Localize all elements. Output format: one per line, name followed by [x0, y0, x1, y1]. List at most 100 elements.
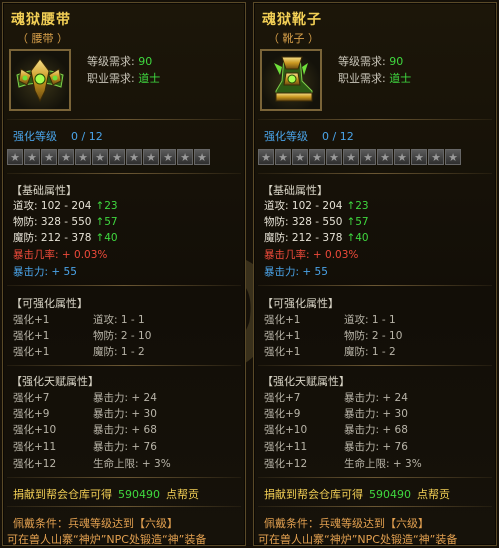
enhance-row-level: 强化+1: [13, 330, 50, 342]
enhanceable-attributes-heading: 【可强化属性】: [11, 297, 88, 310]
enhance-row: 强化+1: [264, 328, 300, 343]
star-icon: ★: [7, 149, 23, 165]
guild-contribution-value: 590490: [369, 488, 411, 501]
attr-phys-defense: 物防: 328 - 550 ↑57: [264, 214, 369, 229]
attr-value: 328 - 550: [40, 216, 92, 228]
star-icon: ★: [24, 149, 40, 165]
attr-phys-defense: 物防: 328 - 550 ↑57: [13, 214, 118, 229]
attr-tao-attack: 道攻: 102 - 204 ↑23: [13, 198, 118, 213]
star-icon: ★: [428, 149, 444, 165]
guild-contribution: 捐献到帮会仓库可得 590490 点帮贡: [264, 486, 450, 502]
base-attributes-heading: 【基础属性】: [11, 184, 77, 197]
enhance-stars: ★ ★ ★ ★ ★ ★ ★ ★ ★ ★ ★ ★: [7, 149, 210, 165]
up-arrow-icon: ↑: [346, 216, 356, 228]
star-icon: ★: [326, 149, 342, 165]
divider: [7, 506, 241, 507]
talent-row-attr: 暴击力: + 76: [93, 441, 157, 453]
enhance-row-attr: 道攻: 1 - 1: [93, 314, 145, 326]
talent-row-attr: 暴击力: + 30: [93, 408, 157, 420]
talent-row: 强化+9: [13, 406, 49, 421]
attr-label: 物防:: [264, 216, 292, 228]
enhance-level-label: 强化等级: [13, 130, 57, 143]
divider: [7, 285, 241, 286]
star-icon: ★: [126, 149, 142, 165]
star-icon: ★: [309, 149, 325, 165]
enhanceable-attributes-heading: 【可强化属性】: [262, 297, 339, 310]
attr-label: 道攻:: [13, 200, 41, 212]
belt-item-icon: [9, 49, 71, 111]
talent-row-level: 强化+10: [13, 424, 57, 436]
level-requirement: 等级需求: 90: [338, 53, 403, 69]
attr-bonus: 23: [104, 200, 118, 212]
attr-value: 102 - 204: [291, 200, 343, 212]
talent-row-level: 强化+9: [13, 408, 50, 420]
talent-row-attr: 生命上限: + 3%: [93, 458, 171, 470]
item-type: （ 腰带 ）: [17, 32, 68, 45]
enhance-level: 强化等级 0 / 12: [264, 128, 354, 144]
divider: [258, 477, 492, 478]
divider: [258, 365, 492, 366]
enhance-row-attr: 物防: 2 - 10: [344, 330, 403, 342]
star-icon: ★: [394, 149, 410, 165]
item-tooltip-boots: 魂狱靴子 （ 靴子 ） 等级需求: 90 职业需求: 道士 强化等级 0 / 12…: [253, 2, 497, 546]
talent-row-level: 强化+11: [13, 441, 57, 453]
enhance-level-count: 0 / 12: [322, 130, 354, 143]
enhance-row: 强化+1: [13, 344, 49, 359]
enhance-row: 强化+1: [13, 328, 49, 343]
talent-row-attr: 暴击力: + 24: [344, 392, 408, 404]
divider: [258, 173, 492, 174]
forge-info: 可在兽人山寨“神炉”NPC处锻造“神”装备: [7, 533, 207, 546]
talent-row: 强化+7: [13, 390, 49, 405]
attr-magic-defense: 魔防: 212 - 378 ↑40: [264, 230, 369, 245]
level-requirement-value: 90: [138, 55, 153, 68]
up-arrow-icon: ↑: [95, 232, 105, 244]
enhance-level-count: 0 / 12: [71, 130, 103, 143]
star-icon: ★: [58, 149, 74, 165]
guild-contribution-text: 捐献到帮会仓库可得: [13, 488, 112, 501]
talent-row: 强化+12: [264, 456, 307, 471]
attr-bonus: 57: [104, 216, 118, 228]
talent-row-attr: 暴击力: + 68: [93, 424, 157, 436]
attr-bonus: 57: [355, 216, 369, 228]
attr-label: 魔防:: [264, 232, 292, 244]
forge-info: 可在兽人山寨“神炉”NPC处锻造“神”装备: [258, 533, 458, 546]
job-requirement-value: 道士: [138, 72, 161, 85]
up-arrow-icon: ↑: [95, 200, 105, 212]
talent-row-level: 强化+7: [264, 392, 301, 404]
star-icon: ★: [377, 149, 393, 165]
enhance-row: 强化+1: [13, 312, 49, 327]
level-requirement-label: 等级需求:: [338, 55, 390, 68]
enhance-row-level: 强化+1: [264, 314, 301, 326]
enhance-row-level: 强化+1: [264, 330, 301, 342]
level-requirement-label: 等级需求:: [87, 55, 139, 68]
attr-label: 物防:: [13, 216, 41, 228]
attr-value: 328 - 550: [291, 216, 343, 228]
talent-row: 强化+10: [264, 422, 307, 437]
guild-contribution-unit: 点帮贡: [166, 488, 199, 501]
job-requirement-value: 道士: [389, 72, 412, 85]
guild-contribution-unit: 点帮贡: [417, 488, 450, 501]
star-icon: ★: [445, 149, 461, 165]
equip-condition: 佩戴条件：兵魂等级达到【六级】: [264, 517, 429, 530]
up-arrow-icon: ↑: [95, 216, 105, 228]
enhance-row-attr: 物防: 2 - 10: [93, 330, 152, 342]
job-requirement-label: 职业需求:: [87, 72, 139, 85]
level-requirement-value: 90: [389, 55, 404, 68]
talent-row-level: 强化+9: [264, 408, 301, 420]
divider: [7, 173, 241, 174]
attr-tao-attack: 道攻: 102 - 204 ↑23: [264, 198, 369, 213]
divider: [7, 365, 241, 366]
item-type: （ 靴子 ）: [268, 32, 319, 45]
star-icon: ★: [92, 149, 108, 165]
attr-bonus: 40: [104, 232, 118, 244]
divider: [7, 477, 241, 478]
star-icon: ★: [143, 149, 159, 165]
boots-item-icon: [260, 49, 322, 111]
attr-crit-power: 暴击力: + 55: [264, 266, 328, 278]
enhance-row: 强化+1: [264, 344, 300, 359]
star-icon: ★: [258, 149, 274, 165]
up-arrow-icon: ↑: [346, 200, 356, 212]
star-icon: ★: [343, 149, 359, 165]
attr-magic-defense: 魔防: 212 - 378 ↑40: [13, 230, 118, 245]
star-icon: ★: [275, 149, 291, 165]
